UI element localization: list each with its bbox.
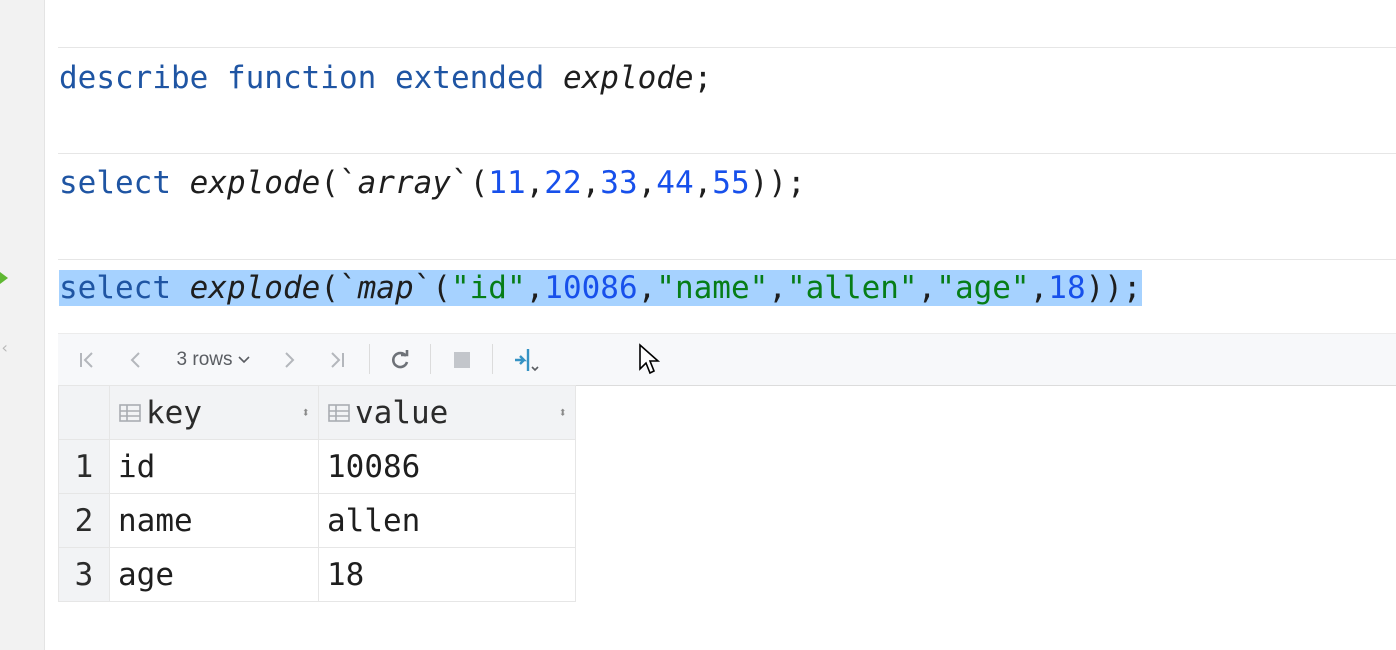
toolbar-divider	[492, 344, 493, 374]
code-text: select explode(`array`(11,22,33,44,55));	[59, 165, 806, 201]
code-token: extended	[394, 60, 545, 96]
cell-value[interactable]: allen	[318, 493, 576, 548]
result-toolbar: 3 rows	[58, 333, 1396, 386]
code-token: 11	[488, 165, 526, 201]
table-row[interactable]: 3 age 18	[58, 547, 576, 602]
rows-count-dropdown[interactable]: 3 rows	[166, 334, 262, 385]
code-token: map	[357, 270, 414, 306]
code-token: explode	[562, 60, 694, 96]
mouse-pointer-icon	[639, 343, 661, 375]
code-token: `(	[450, 165, 489, 201]
toolbar-divider	[430, 344, 431, 374]
pin-tab-icon[interactable]	[508, 334, 544, 385]
code-token: ,	[525, 270, 545, 306]
chevron-down-icon	[238, 355, 251, 363]
code-token: explode	[189, 165, 321, 201]
run-indicator-icon	[0, 272, 8, 284]
result-grid: key ⬍ value ⬍ 1 id 10086 2 name allen 3 …	[58, 385, 576, 602]
editor-gutter	[0, 0, 45, 650]
code-line-map-selected[interactable]: select explode(`map`("id",10086,"name","…	[59, 266, 1142, 310]
code-token: ;	[693, 60, 713, 96]
cell-key[interactable]: age	[109, 547, 319, 602]
stop-icon[interactable]	[446, 334, 478, 385]
code-token: "age"	[936, 270, 1030, 306]
sort-icon[interactable]: ⬍	[559, 405, 567, 421]
cell-value[interactable]: 10086	[318, 439, 576, 494]
prev-page-icon[interactable]	[120, 334, 150, 385]
column-header-key[interactable]: key ⬍	[109, 385, 319, 440]
code-token: ,	[1029, 270, 1049, 306]
statement-separator	[58, 259, 1396, 260]
code-token: ,	[917, 270, 937, 306]
code-token: ));	[1085, 270, 1142, 306]
code-token: ,	[637, 270, 657, 306]
code-text: select explode(`map`("id",10086,"name","…	[59, 270, 1142, 306]
code-line-describe[interactable]: describe function extended explode;	[59, 56, 712, 100]
column-header-label: value	[355, 394, 449, 431]
code-token: select	[59, 270, 171, 306]
code-line-array[interactable]: select explode(`array`(11,22,33,44,55));	[59, 161, 806, 205]
table-row[interactable]: 1 id 10086	[58, 439, 576, 494]
table-row[interactable]: 2 name allen	[58, 493, 576, 548]
first-page-icon[interactable]	[72, 334, 102, 385]
code-token: explode	[189, 270, 321, 306]
code-token: 55	[712, 165, 750, 201]
cell-value[interactable]: 18	[318, 547, 576, 602]
code-token: function	[226, 60, 377, 96]
next-page-icon[interactable]	[275, 334, 305, 385]
statement-separator	[58, 153, 1396, 154]
code-token: array	[357, 165, 451, 201]
code-token: (`	[320, 270, 358, 306]
code-token: `(	[413, 270, 451, 306]
statement-separator	[58, 47, 1396, 48]
code-token: 33	[600, 165, 638, 201]
code-token: "id"	[450, 270, 526, 306]
column-icon	[328, 403, 350, 422]
code-token: 10086	[544, 270, 638, 306]
code-token: describe	[59, 60, 209, 96]
cell-key[interactable]: id	[109, 439, 319, 494]
fold-marker-icon: ‹	[0, 338, 10, 357]
column-header-value[interactable]: value ⬍	[318, 385, 576, 440]
code-token: select	[59, 165, 171, 201]
row-number-header	[58, 385, 110, 440]
row-number: 2	[58, 493, 110, 548]
code-token: (`	[320, 165, 358, 201]
column-header-label: key	[146, 394, 202, 431]
sort-icon[interactable]: ⬍	[302, 405, 310, 421]
toolbar-divider	[369, 344, 370, 374]
code-token: "allen"	[786, 270, 918, 306]
code-token: ,	[693, 165, 713, 201]
code-token: ,	[525, 165, 545, 201]
code-text: describe function extended explode;	[59, 60, 712, 96]
refresh-icon[interactable]	[384, 334, 416, 385]
row-number: 1	[58, 439, 110, 494]
code-token: ,	[768, 270, 787, 306]
header-row: key ⬍ value ⬍	[58, 385, 576, 440]
code-token: 18	[1048, 270, 1086, 306]
cell-key[interactable]: name	[109, 493, 319, 548]
code-token: 44	[656, 165, 694, 201]
code-token: ,	[581, 165, 601, 201]
row-number: 3	[58, 547, 110, 602]
rows-count-label: 3 rows	[176, 348, 233, 370]
column-icon	[119, 403, 141, 422]
code-token: ,	[637, 165, 657, 201]
last-page-icon[interactable]	[322, 334, 352, 385]
code-token: "name"	[656, 270, 769, 306]
code-token: 22	[544, 165, 582, 201]
code-token: ));	[749, 165, 806, 201]
